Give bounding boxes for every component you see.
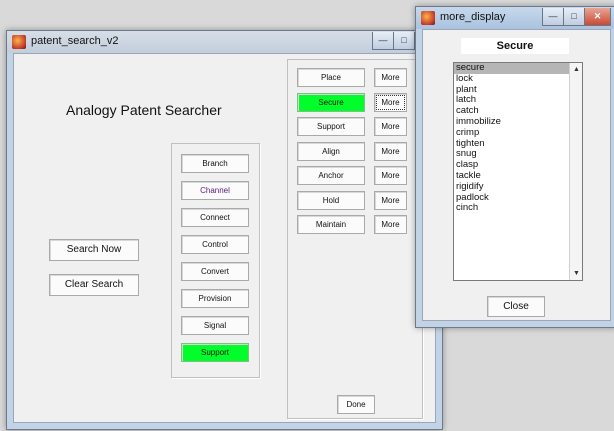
- synonym-item[interactable]: cinch: [454, 203, 582, 214]
- app-heading: Analogy Patent Searcher: [66, 102, 222, 118]
- matlab-icon: [12, 35, 26, 49]
- more-display-window: more_display — □ ✕ Secure secure lock plan…: [415, 6, 614, 328]
- scroll-up-icon[interactable]: ▲: [573, 66, 580, 73]
- category-button-provision[interactable]: Provision: [181, 289, 249, 308]
- term-button-support[interactable]: Support: [297, 117, 365, 136]
- category-button-support[interactable]: Support: [181, 343, 249, 362]
- term-button-place[interactable]: Place: [297, 68, 365, 87]
- main-window-title: patent_search_v2: [31, 35, 119, 47]
- synonym-item[interactable]: rigidify: [454, 181, 582, 193]
- search-now-button[interactable]: Search Now: [49, 239, 139, 261]
- more-button-place[interactable]: More: [374, 68, 407, 87]
- terms-panel: [287, 59, 423, 419]
- term-button-align[interactable]: Align: [297, 141, 365, 161]
- minimize-button[interactable]: —: [372, 32, 394, 50]
- term-button-hold[interactable]: Hold: [297, 190, 365, 210]
- more-button-maintain[interactable]: More: [374, 215, 407, 234]
- scroll-down-icon[interactable]: ▼: [573, 270, 580, 277]
- main-titlebar[interactable]: patent_search_v2 — □: [7, 31, 442, 53]
- more-button-secure[interactable]: More: [374, 92, 407, 112]
- category-button-control[interactable]: Control: [181, 235, 249, 254]
- more-window-title: more_display: [440, 11, 506, 23]
- term-button-secure[interactable]: Secure: [297, 92, 365, 112]
- category-button-branch[interactable]: Branch: [181, 154, 249, 173]
- matlab-icon: [421, 11, 435, 25]
- more-button-align[interactable]: More: [374, 141, 407, 161]
- maximize-button[interactable]: □: [393, 32, 415, 50]
- close-button[interactable]: Close: [487, 296, 545, 317]
- category-button-channel[interactable]: Channel: [181, 181, 249, 200]
- close-window-button[interactable]: ✕: [584, 8, 611, 26]
- patent-search-window: patent_search_v2 — □ Analogy Patent Sear…: [6, 30, 443, 430]
- clear-search-button[interactable]: Clear Search: [49, 274, 139, 296]
- done-button[interactable]: Done: [337, 395, 375, 414]
- synonym-item[interactable]: lock: [454, 73, 582, 85]
- category-button-signal[interactable]: Signal: [181, 316, 249, 335]
- more-client-area: Secure secure lock plant latch catch immobili…: [422, 29, 611, 321]
- more-button-support[interactable]: More: [374, 117, 407, 136]
- term-button-anchor[interactable]: Anchor: [297, 166, 365, 185]
- more-button-hold[interactable]: More: [374, 190, 407, 210]
- synonym-listbox[interactable]: secure lock plant latch catch immobilize crimp…: [453, 62, 583, 281]
- listbox-scrollbar[interactable]: ▲ ▼: [569, 63, 582, 280]
- synonym-item[interactable]: crimp: [454, 127, 582, 139]
- term-button-maintain[interactable]: Maintain: [297, 215, 365, 234]
- maximize-button[interactable]: □: [563, 8, 585, 26]
- category-button-connect[interactable]: Connect: [181, 208, 249, 227]
- more-titlebar[interactable]: more_display — □ ✕: [416, 7, 614, 29]
- category-button-convert[interactable]: Convert: [181, 262, 249, 281]
- synonym-list: secure lock plant latch catch immobilize crimp…: [454, 63, 582, 214]
- synonym-item[interactable]: secure: [454, 63, 582, 74]
- synonym-heading: Secure: [461, 38, 569, 54]
- minimize-button[interactable]: —: [542, 8, 564, 26]
- more-button-anchor[interactable]: More: [374, 166, 407, 185]
- main-client-area: Analogy Patent Searcher Search Now Clear…: [13, 53, 436, 423]
